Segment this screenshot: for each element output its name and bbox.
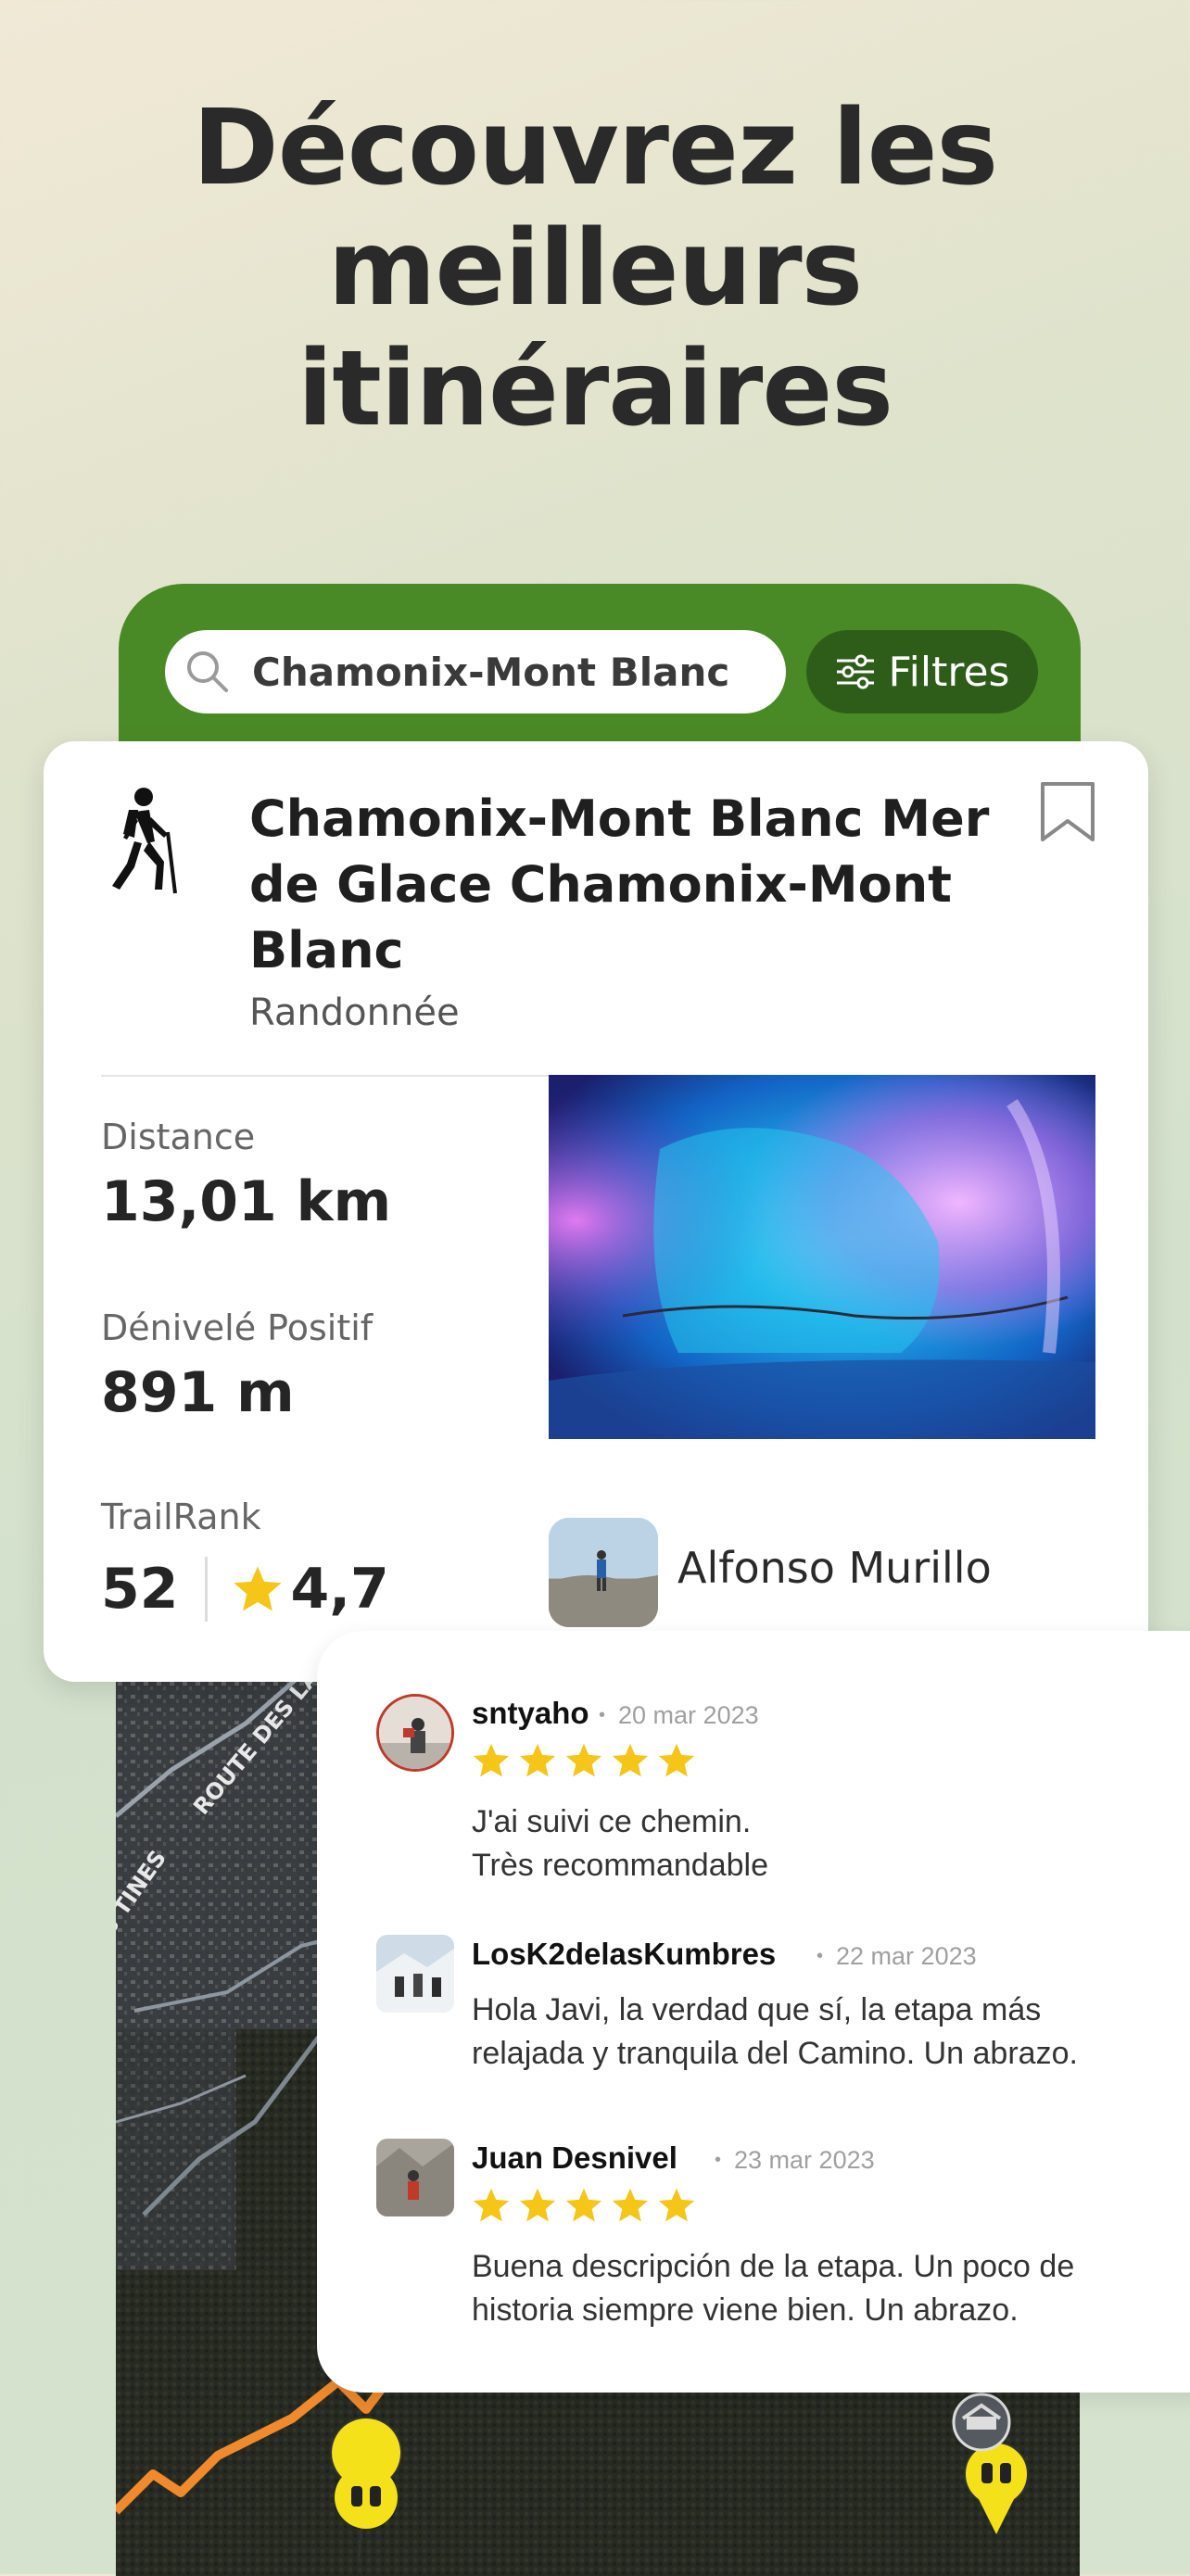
review-text-line: Buena descripción de la etapa. Un poco d… <box>472 2249 1075 2284</box>
star-icon <box>565 2188 602 2222</box>
trailrank-label: TrailRank <box>101 1496 261 1537</box>
trail-card[interactable]: Chamonix-Mont Blanc Mer de Glace Chamoni… <box>44 741 1148 1682</box>
filters-button[interactable]: Filtres <box>806 630 1038 713</box>
star-icon <box>565 1743 602 1777</box>
shelter-pin-icon[interactable] <box>952 2393 1011 2452</box>
distance-value: 13,01 km <box>101 1169 392 1234</box>
star-icon <box>473 1743 510 1777</box>
star-icon <box>612 2188 649 2222</box>
trail-title[interactable]: Chamonix-Mont Blanc Mer de Glace Chamoni… <box>249 786 1009 983</box>
review-text: Hola Javi, la verdad que sí, la etapa má… <box>472 1989 1190 2076</box>
review-user[interactable]: LosK2delasKumbres <box>472 1937 776 1972</box>
avatar[interactable] <box>376 1694 454 1772</box>
review-text-line: Très recommandable <box>472 1848 768 1883</box>
divider <box>204 1557 208 1622</box>
headline-line-3: itinéraires <box>297 329 893 449</box>
review-user[interactable]: Juan Desnivel <box>472 2140 677 2176</box>
review-text-line: relajada y tranquila del Camino. Un abra… <box>472 2036 1078 2071</box>
review-date: 20 mar 2023 <box>599 1701 759 1730</box>
author-avatar[interactable] <box>549 1518 658 1627</box>
headline-line-2: meilleurs <box>327 208 863 329</box>
trail-photo[interactable] <box>549 1075 1095 1439</box>
filters-label: Filtres <box>888 648 1010 696</box>
sliders-icon <box>836 654 874 689</box>
star-icon <box>658 2188 695 2222</box>
hiker-icon <box>112 788 177 894</box>
review-text: Buena descripción de la etapa. Un poco d… <box>472 2245 1190 2332</box>
divider <box>101 1075 567 1077</box>
rating-value: 4,7 <box>290 1557 389 1622</box>
rating-stars <box>472 2187 696 2224</box>
rating-stars <box>472 1742 696 1779</box>
review-text-line: J'ai suivi ce chemin. <box>472 1804 752 1839</box>
review-text-line: Hola Javi, la verdad que sí, la etapa má… <box>472 1992 1042 2027</box>
search-input[interactable]: Chamonix-Mont Blanc <box>165 630 786 713</box>
headline-line-1: Découvrez les <box>192 88 998 208</box>
star-icon <box>612 1743 649 1777</box>
review-date: 22 mar 2023 <box>817 1942 977 1971</box>
activity-type: Randonnée <box>249 991 460 1034</box>
bookmark-icon[interactable] <box>1039 780 1096 843</box>
avatar[interactable] <box>376 1935 454 2013</box>
star-icon <box>658 1743 695 1777</box>
avatar[interactable] <box>376 2139 454 2216</box>
star-icon <box>233 1566 282 1611</box>
trailrank-row: 52 4,7 <box>101 1552 389 1626</box>
star-icon <box>473 2188 510 2222</box>
review-text-line: historia siempre viene bien. Un abrazo. <box>472 2292 1019 2328</box>
author-name[interactable]: Alfonso Murillo <box>677 1543 992 1593</box>
reviews-panel: sntyaho 20 mar 2023 J'ai suivi ce chemin… <box>317 1631 1190 2393</box>
search-icon <box>187 651 228 692</box>
review-date: 23 mar 2023 <box>715 2146 875 2175</box>
review-user[interactable]: sntyaho <box>472 1696 589 1731</box>
elevation-value: 891 m <box>101 1360 295 1425</box>
search-value: Chamonix-Mont Blanc <box>252 649 730 695</box>
trailrank-value: 52 <box>101 1557 179 1622</box>
distance-label: Distance <box>101 1117 256 1157</box>
review-text: J'ai suivi ce chemin. Très recommandable <box>472 1800 1190 1888</box>
star-icon <box>519 1743 556 1777</box>
elevation-label: Dénivelé Positif <box>101 1307 373 1348</box>
headline: Découvrez les meilleurs itinéraires <box>0 88 1190 449</box>
star-icon <box>519 2188 556 2222</box>
